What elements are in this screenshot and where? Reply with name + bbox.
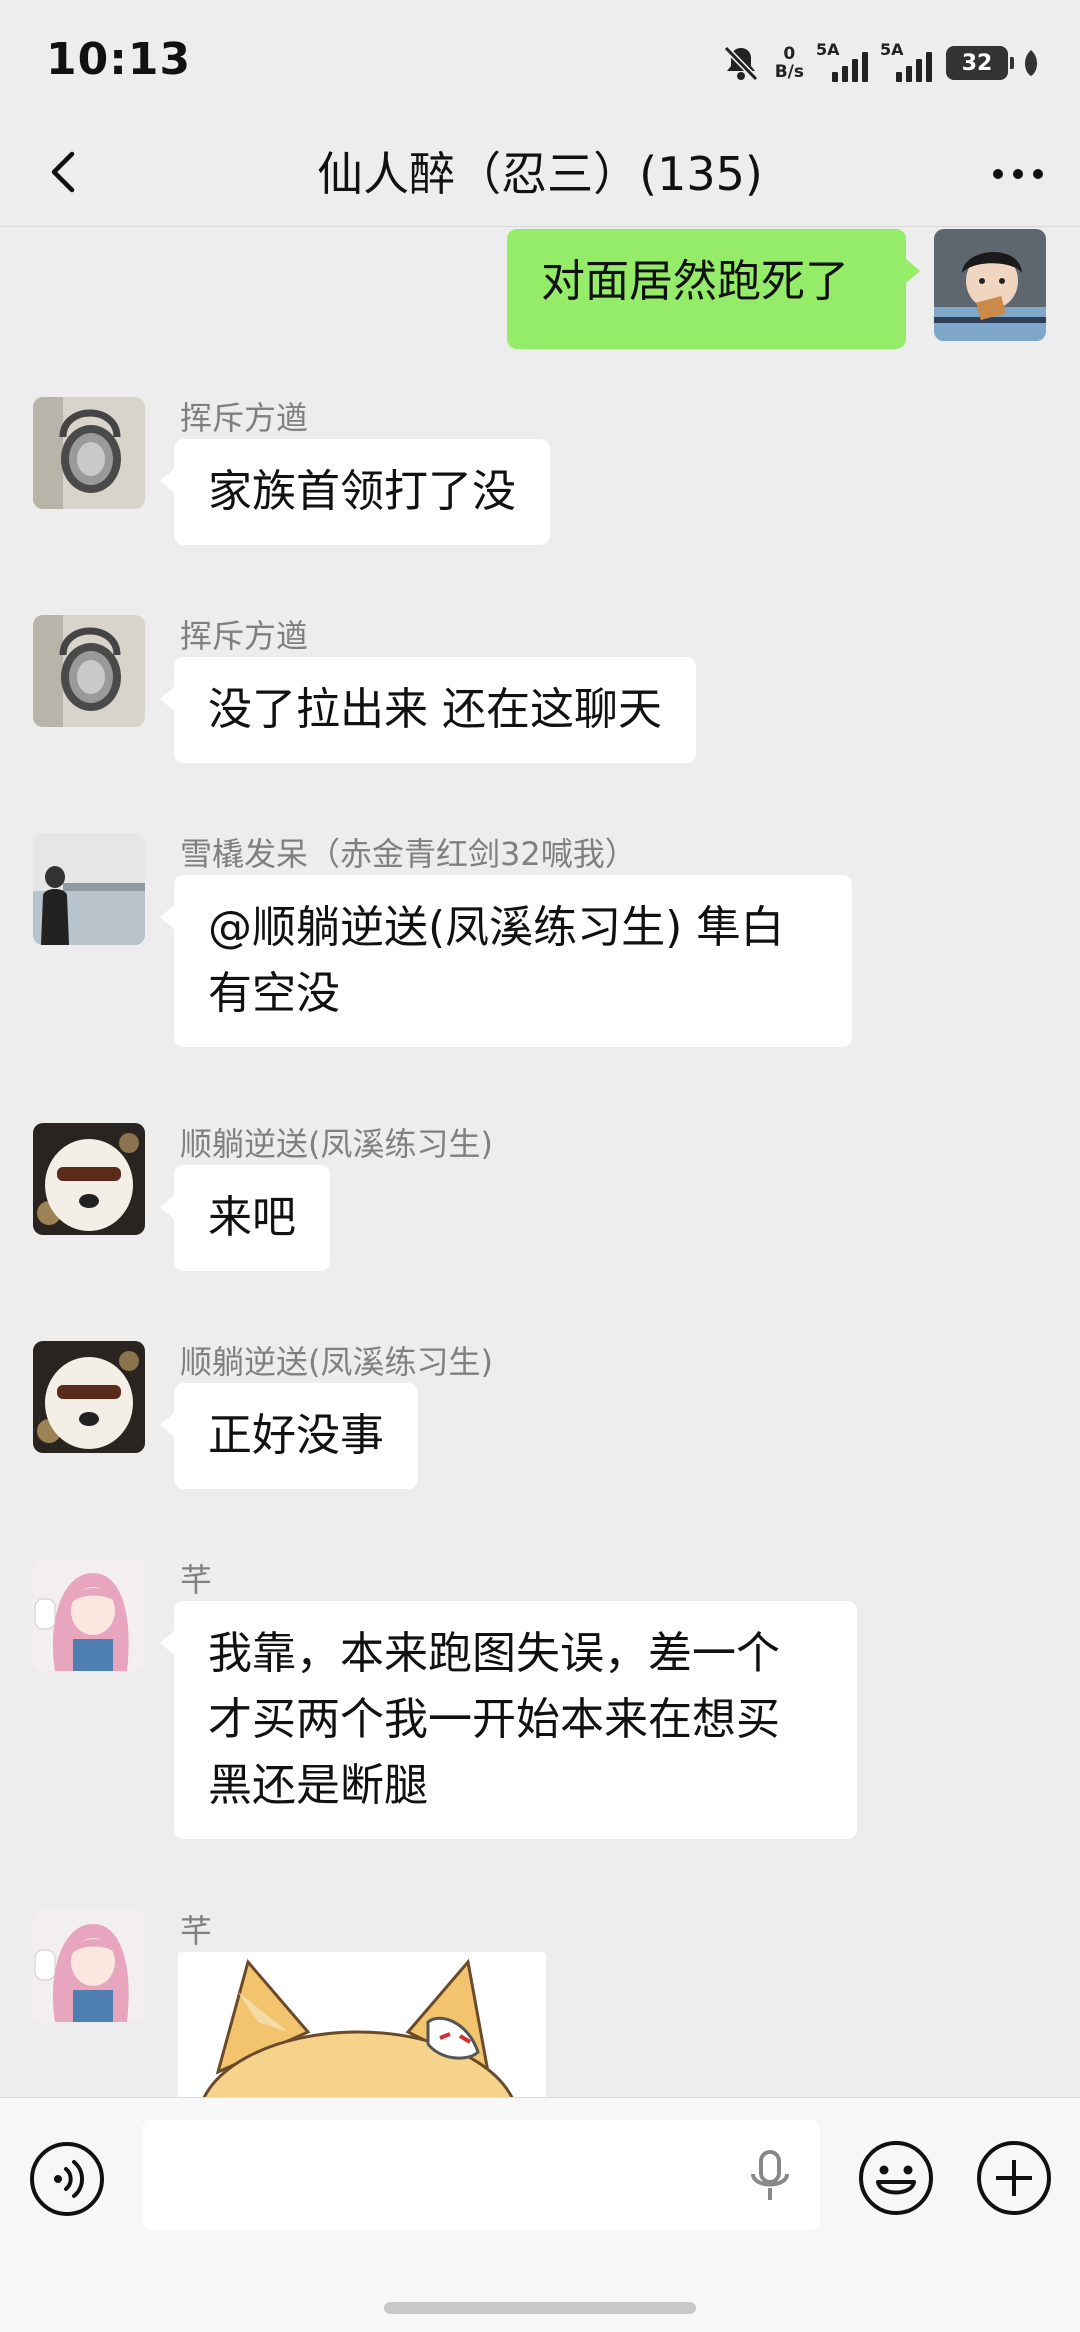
message-other: 挥斥方遒 家族首领打了没 <box>0 397 1080 567</box>
plus-icon <box>977 2141 1051 2215</box>
message-text-line: @顺躺逆送(凤溪练习生) 隼白 <box>208 902 785 953</box>
chat-header: 仙人醉（忍三）(135) <box>0 120 1080 227</box>
signal-sim2-icon: 5A <box>880 40 932 82</box>
avatar-anime-girl-image <box>33 1910 145 2022</box>
message-other: 芊 我靠，本来跑图失误，差一个 才买两个我一开始本来在想买 黑还是断腿 <box>0 1559 1080 1879</box>
sender-name: 芊 <box>180 1561 213 1599</box>
avatar-dog-sunglasses-image <box>33 1123 145 1235</box>
avatar-sender[interactable] <box>33 1123 145 1235</box>
status-bar: 10:13 0 B/s 5A 5A 32 <box>0 0 1080 120</box>
message-bubble[interactable]: 家族首领打了没 <box>160 439 550 545</box>
message-bubble[interactable]: 来吧 <box>160 1165 330 1271</box>
sender-name: 顺躺逆送(凤溪练习生) <box>180 1125 493 1163</box>
avatar-anime-boy-image <box>934 229 1046 341</box>
signal-sim1-icon: 5A <box>816 40 868 82</box>
avatar-sender[interactable] <box>33 397 145 509</box>
microphone-icon <box>751 2150 789 2200</box>
plus-button[interactable] <box>974 2138 1054 2218</box>
input-bar <box>0 2097 1080 2332</box>
message-self: 对面居然跑死了 <box>0 227 1080 349</box>
message-text: 正好没事 <box>208 1410 384 1461</box>
sender-name: 挥斥方遒 <box>180 399 309 437</box>
message-text-line: 才买两个我一开始本来在想买 <box>208 1694 780 1745</box>
sender-name: 雪橇发呆（赤金青红剑32喊我） <box>180 835 637 873</box>
message-other: 雪橇发呆（赤金青红剑32喊我） @顺躺逆送(凤溪练习生) 隼白 有空没 <box>0 833 1080 1083</box>
avatar-headphones-image <box>33 397 145 509</box>
message-text-line: 黑还是断腿 <box>208 1760 428 1811</box>
sender-name: 芊 <box>180 1912 213 1950</box>
voice-button[interactable] <box>28 2140 106 2218</box>
voice-icon <box>30 2142 104 2216</box>
fox-sticker-image <box>178 1952 546 2097</box>
emoji-icon <box>859 2141 933 2215</box>
avatar-sender[interactable] <box>33 615 145 727</box>
emoji-button[interactable] <box>856 2138 936 2218</box>
message-list[interactable]: 对面居然跑死了 挥斥方遒 家族首领打了没 挥斥方遒 没了拉出来 还在这聊天 雪橇… <box>0 227 1080 2097</box>
message-other-image: 芊 <box>0 1910 1080 2097</box>
message-input[interactable] <box>142 2120 820 2230</box>
sim2-label: 5A <box>880 40 904 59</box>
avatar-sender[interactable] <box>33 1910 145 2022</box>
avatar-self[interactable] <box>934 229 1046 341</box>
ellipsis-icon <box>993 169 1043 179</box>
avatar-dog-sunglasses-image <box>33 1341 145 1453</box>
sender-name: 顺躺逆送(凤溪练习生) <box>180 1343 493 1381</box>
battery-icon: 32 <box>946 46 1014 80</box>
net-speed-unit: B/s <box>774 62 804 82</box>
message-bubble-self[interactable]: 对面居然跑死了 <box>507 229 920 349</box>
message-text-line: 有空没 <box>208 968 340 1019</box>
avatar-headphones-image <box>33 615 145 727</box>
message-text-line: 我靠，本来跑图失误，差一个 <box>208 1628 780 1679</box>
battery-level: 32 <box>961 50 993 76</box>
sim1-label: 5A <box>816 40 840 59</box>
chat-title: 仙人醉（忍三）(135) <box>317 147 763 201</box>
message-text: 没了拉出来 还在这聊天 <box>208 684 662 735</box>
message-bubble[interactable]: 我靠，本来跑图失误，差一个 才买两个我一开始本来在想买 黑还是断腿 <box>160 1601 857 1839</box>
net-speed-value: 0 <box>783 44 796 64</box>
leaf-icon <box>1024 50 1038 76</box>
avatar-seaside-photo <box>33 833 145 945</box>
avatar-sender[interactable] <box>33 1559 145 1671</box>
message-bubble[interactable]: 没了拉出来 还在这聊天 <box>160 657 696 763</box>
image-message[interactable] <box>178 1952 546 2097</box>
message-bubble[interactable]: @顺躺逆送(凤溪练习生) 隼白 有空没 <box>160 875 852 1047</box>
home-indicator[interactable] <box>384 2302 696 2314</box>
message-other: 挥斥方遒 没了拉出来 还在这聊天 <box>0 615 1080 785</box>
sender-name: 挥斥方遒 <box>180 617 309 655</box>
avatar-sender[interactable] <box>33 833 145 945</box>
message-text: 来吧 <box>208 1192 296 1243</box>
message-text: 家族首领打了没 <box>208 466 516 517</box>
message-text: 对面居然跑死了 <box>541 256 849 307</box>
more-button[interactable] <box>986 142 1050 202</box>
status-time: 10:13 <box>46 34 192 85</box>
microphone-button[interactable] <box>746 2148 794 2204</box>
avatar-anime-girl-image <box>33 1559 145 1671</box>
message-other: 顺躺逆送(凤溪练习生) 正好没事 <box>0 1341 1080 1511</box>
avatar-sender[interactable] <box>33 1341 145 1453</box>
net-speed: 0 B/s <box>775 45 804 81</box>
message-other: 顺躺逆送(凤溪练习生) 来吧 <box>0 1123 1080 1293</box>
message-bubble[interactable]: 正好没事 <box>160 1383 418 1489</box>
mute-bell-icon <box>723 45 758 82</box>
status-icons: 0 B/s 5A 5A 32 <box>721 38 1040 88</box>
